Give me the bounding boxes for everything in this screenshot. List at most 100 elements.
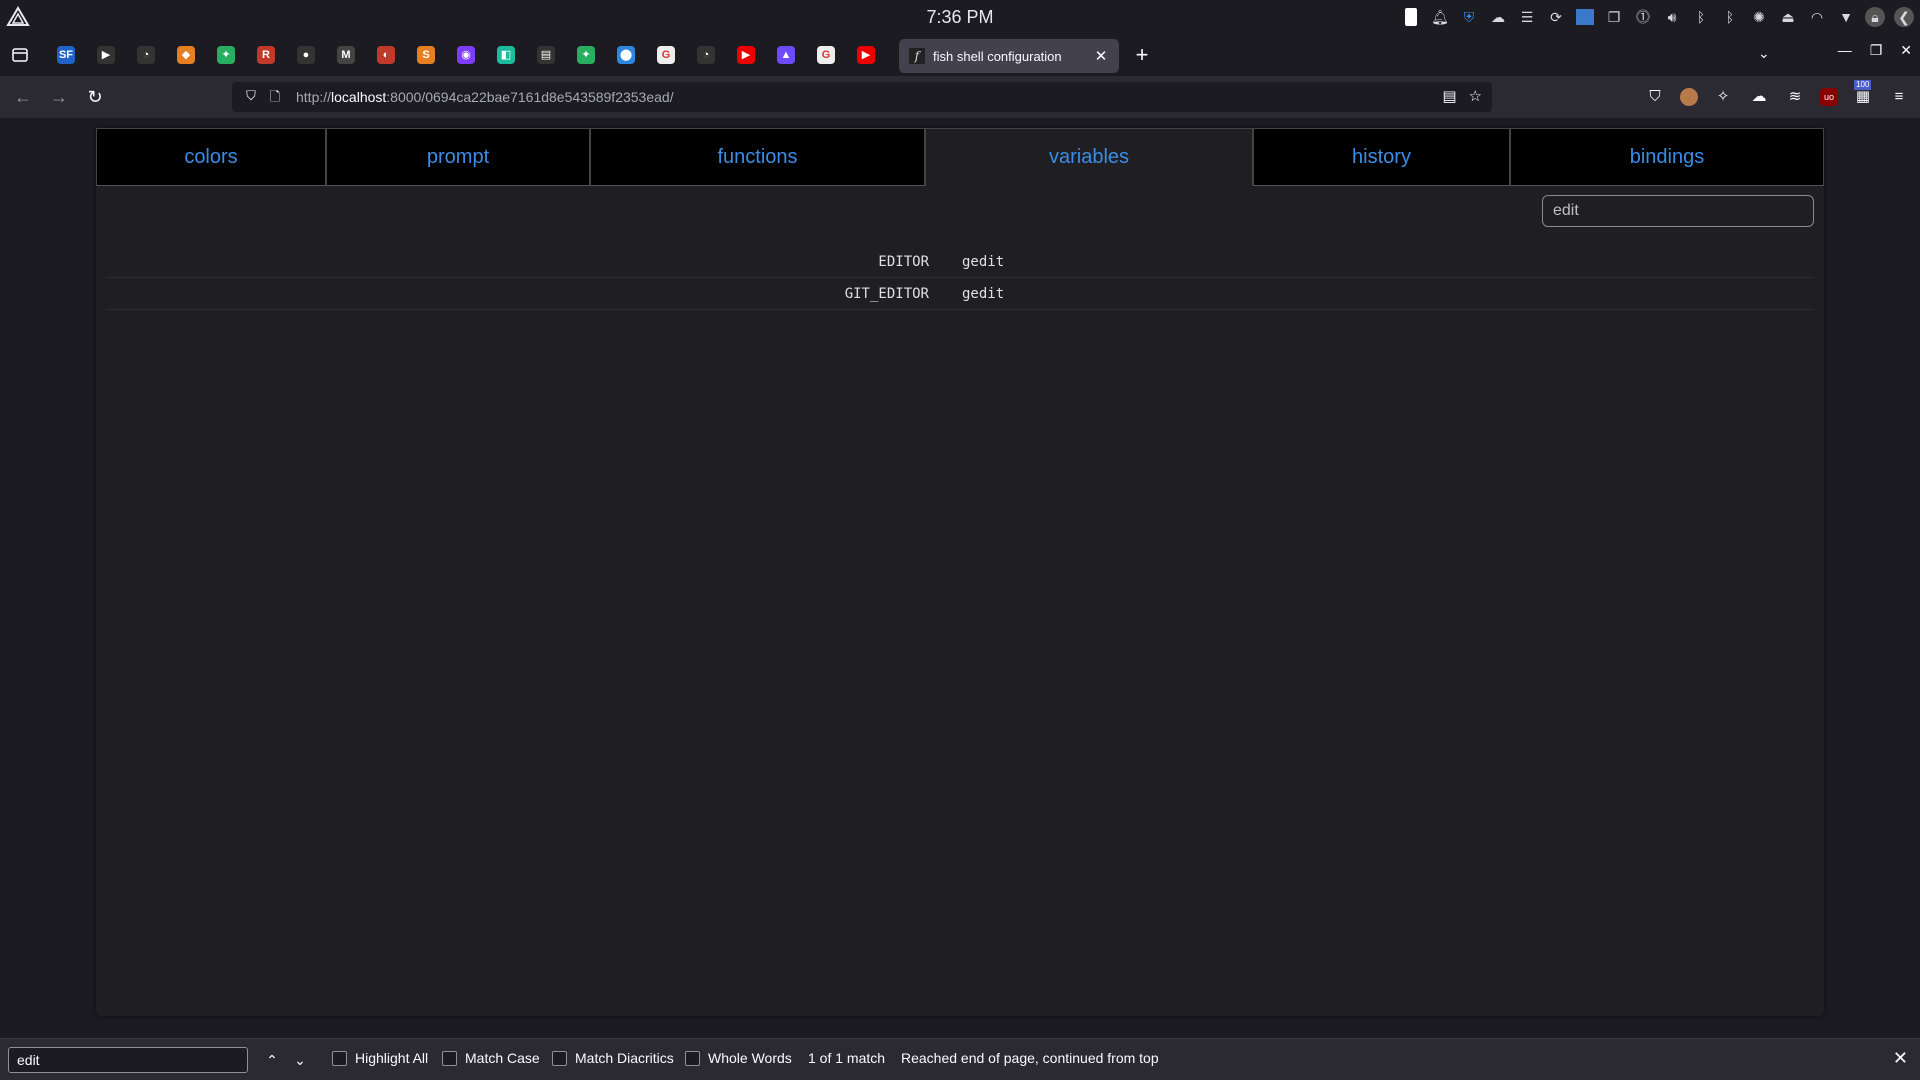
play-icon[interactable]: ◔ (132, 44, 160, 66)
forward-icon[interactable]: → (48, 86, 70, 108)
pinned-tab-glyph: ✦ (577, 46, 595, 64)
dropdown-icon[interactable]: ▼ (1836, 7, 1856, 27)
find-next-icon[interactable]: ⌄ (290, 1049, 310, 1071)
url-bar[interactable]: ⛉ 🗋︎ http://localhost:8000/0694ca22bae71… (232, 82, 1492, 112)
list-all-tabs-icon[interactable]: ⌄ (1758, 45, 1770, 62)
brightness-icon[interactable]: ✺ (1749, 7, 1769, 27)
tab-colors[interactable]: colors (96, 128, 326, 186)
pinned-tab-glyph: R (257, 46, 275, 64)
pinned-tab-glyph: G (657, 46, 675, 64)
checkbox-box[interactable] (552, 1050, 567, 1066)
bookmark-star-icon[interactable]: ☆ (1469, 87, 1482, 105)
bluetooth-icon[interactable]: ᛒ (1691, 7, 1711, 27)
shield-icon[interactable]: ⛨ (1459, 7, 1479, 27)
stats-extension-icon[interactable]: ≋ (1784, 86, 1806, 108)
restore-icon[interactable]: ❐ (1870, 42, 1883, 59)
shield-orange-icon[interactable]: ◆ (172, 44, 200, 66)
screen-icon[interactable] (1575, 7, 1595, 27)
match-diacritics-checkbox[interactable]: Match Diacritics (552, 1050, 674, 1066)
google-icon[interactable]: G (652, 44, 680, 66)
find-status-message: Reached end of page, continued from top (901, 1050, 1159, 1066)
find-input[interactable] (8, 1047, 248, 1073)
reader-view-icon[interactable]: ▤ (1442, 87, 1456, 105)
pinned-tab-glyph: ⬤ (617, 46, 635, 64)
highlight-all-checkbox[interactable]: Highlight All (332, 1050, 428, 1066)
tab-variables[interactable]: variables (925, 128, 1253, 186)
lock-icon[interactable]: 🔒︎ (1865, 7, 1885, 27)
r-icon[interactable]: R (252, 44, 280, 66)
github-icon[interactable]: ● (292, 44, 320, 66)
tab-close-icon[interactable]: ✕ (1093, 47, 1109, 65)
pocket-icon[interactable]: ⛉ (1644, 86, 1666, 108)
volume-icon[interactable]: 🔊︎ (1662, 7, 1682, 27)
cloud-icon[interactable]: ☁ (1488, 7, 1508, 27)
teal-icon[interactable]: ◧ (492, 44, 520, 66)
system-tray: 🔔︎ ⛨ ☁ ☰ ⟳ ❐ ⓵ 🔊︎ ᛒ ᛒ ✺ ⏏ ◠ ▼ 🔒︎ ❮ (1401, 0, 1914, 34)
screen-icon[interactable]: ▤ (532, 44, 560, 66)
pinned-tab-glyph: ✦ (217, 46, 235, 64)
tab-prompt[interactable]: prompt (326, 128, 590, 186)
window-controls: — ❐ ✕ (1838, 42, 1912, 59)
purple-shield-icon[interactable]: ◉ (452, 44, 480, 66)
color-wheel-icon[interactable]: ✦ (572, 44, 600, 66)
battery-icon[interactable] (1401, 7, 1421, 27)
video-icon[interactable]: ▶ (92, 44, 120, 66)
app-red-icon[interactable]: ◐ (372, 44, 400, 66)
tracking-protection-icon[interactable]: ⛉ (242, 88, 260, 106)
play-icon[interactable]: ◔ (692, 44, 720, 66)
s-orange-icon[interactable]: S (412, 44, 440, 66)
tab-bindings[interactable]: bindings (1510, 128, 1824, 186)
checkbox-box[interactable] (685, 1050, 700, 1066)
find-close-icon[interactable]: ✕ (1893, 1048, 1908, 1069)
proton-icon[interactable]: ▲ (772, 44, 800, 66)
tab-fish-shell-configuration[interactable]: f fish shell configuration ✕ (899, 39, 1119, 73)
find-previous-icon[interactable]: ⌃ (262, 1049, 282, 1071)
notification-icon[interactable]: 🔔︎ (1430, 7, 1450, 27)
find-match-count: 1 of 1 match (808, 1050, 886, 1066)
tab-strip: SF ▶ ◔ ◆ ✦ R ● M ◐ S ◉ ◧ ▤ ✦ ⬤ G ◔ ▶ ▲ G ▶ f fish shell conf… (0, 34, 1920, 76)
account-avatar-icon[interactable] (1680, 88, 1698, 106)
cloud-extension-icon[interactable]: ☁ (1748, 86, 1770, 108)
variable-filter-input[interactable] (1542, 195, 1814, 227)
bluetooth-icon[interactable]: ᛒ (1720, 7, 1740, 27)
tab-functions[interactable]: functions (590, 128, 925, 186)
logout-icon[interactable]: ❮ (1894, 7, 1914, 27)
variable-row[interactable]: GIT_EDITOR gedit (106, 278, 1814, 310)
url-text[interactable]: http://localhost:8000/0694ca22bae7161d8e… (296, 89, 674, 105)
extensions-icon[interactable]: ✧ (1712, 86, 1734, 108)
clipboard-icon[interactable]: ☰ (1517, 7, 1537, 27)
page-content: colors prompt functions variables histor… (0, 118, 1920, 1038)
color-wheel-icon[interactable]: ✦ (212, 44, 240, 66)
wifi-icon[interactable]: ◠ (1807, 7, 1827, 27)
page-info-icon[interactable]: 🗋︎ (266, 88, 284, 106)
match-case-checkbox[interactable]: Match Case (442, 1050, 540, 1066)
menu-icon[interactable]: ≡ (1888, 86, 1910, 108)
variable-value: gedit (962, 285, 1005, 302)
checkbox-box[interactable] (332, 1050, 347, 1066)
gmail-icon[interactable]: M (332, 44, 360, 66)
variable-row[interactable]: EDITOR gedit (106, 246, 1814, 278)
whole-words-checkbox[interactable]: Whole Words (685, 1050, 792, 1066)
youtube-icon[interactable]: ▶ (852, 44, 880, 66)
ublock-icon[interactable]: uo (1820, 88, 1838, 106)
maps-icon[interactable]: ⬤ (612, 44, 640, 66)
sync-icon[interactable]: ⟳ (1546, 7, 1566, 27)
new-tab-button[interactable]: + (1132, 42, 1152, 68)
google-icon[interactable]: G (812, 44, 840, 66)
firefox-view-icon[interactable] (10, 45, 30, 65)
reload-icon[interactable]: ↻ (84, 86, 106, 108)
pinned-tab-glyph: ▶ (97, 46, 115, 64)
pinned-tab-glyph: ▶ (857, 46, 875, 64)
pinned-tab-glyph: S (417, 46, 435, 64)
tab-history[interactable]: history (1253, 128, 1510, 186)
back-icon[interactable]: ← (12, 86, 34, 108)
minimize-icon[interactable]: — (1838, 42, 1852, 59)
close-window-icon[interactable]: ✕ (1900, 42, 1912, 59)
checkbox-box[interactable] (442, 1050, 457, 1066)
badge-extension-icon[interactable]: ▦ 100 (1852, 80, 1874, 108)
password-icon[interactable]: ⓵ (1633, 7, 1653, 27)
display-icon[interactable]: ⏏ (1778, 7, 1798, 27)
window-icon[interactable]: ❐ (1604, 7, 1624, 27)
youtube-icon[interactable]: ▶ (732, 44, 760, 66)
sf-icon[interactable]: SF (52, 44, 80, 66)
